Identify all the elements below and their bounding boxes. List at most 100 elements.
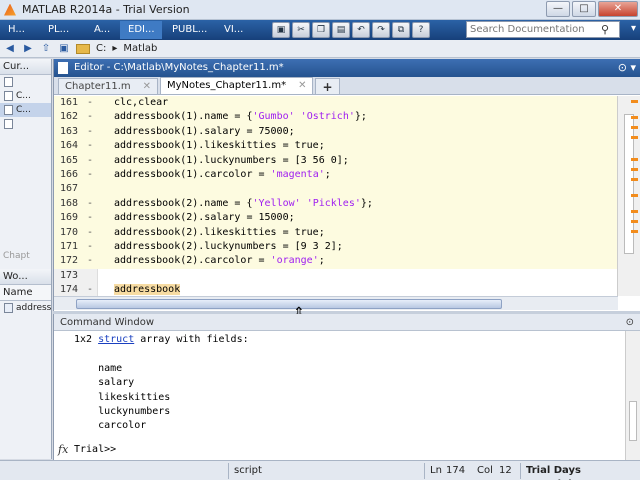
editor-vertical-scrollbar[interactable] <box>617 96 640 296</box>
new-tab-button[interactable]: + <box>315 78 340 94</box>
workspace-header[interactable]: Wo... <box>0 269 51 285</box>
warning-marker[interactable] <box>631 220 638 223</box>
breakpoint-marker[interactable]: - <box>87 197 93 211</box>
breakpoint-marker[interactable]: - <box>87 154 93 168</box>
tab-view[interactable]: VI... <box>216 21 250 39</box>
warning-marker[interactable] <box>631 230 638 233</box>
redo-icon[interactable]: ↷ <box>372 22 390 38</box>
command-window-menu-icon[interactable]: ⊙ <box>626 314 634 331</box>
code-line[interactable]: 172- addressbook(2).carcolor = 'orange'; <box>54 254 618 269</box>
editor-tab-chapter11[interactable]: Chapter11.m ✕ <box>58 78 159 94</box>
warning-marker[interactable] <box>631 100 638 103</box>
path-segment-folder[interactable]: Matlab <box>123 43 157 54</box>
line-number[interactable]: 162 <box>54 110 78 124</box>
tab-apps[interactable]: A... <box>86 21 118 39</box>
line-number[interactable]: 164 <box>54 139 78 153</box>
cut-icon[interactable]: ✂ <box>292 22 310 38</box>
save-icon[interactable]: ▣ <box>272 22 290 38</box>
close-tab-icon[interactable]: ✕ <box>298 78 306 94</box>
line-number[interactable]: 161 <box>54 96 78 110</box>
breakpoint-marker[interactable]: - <box>87 240 93 254</box>
code-line[interactable]: 174- addressbook <box>54 283 618 296</box>
search-icon[interactable]: ⚲ <box>601 23 609 36</box>
warning-marker[interactable] <box>631 136 638 139</box>
code-line[interactable]: 165- addressbook(1).luckynumbers = [3 56 … <box>54 153 618 168</box>
minimize-button[interactable]: — <box>546 1 570 17</box>
line-number[interactable]: 167 <box>54 182 78 196</box>
line-number[interactable]: 168 <box>54 197 78 211</box>
current-folder-header[interactable]: Cur... <box>0 59 51 75</box>
close-button[interactable]: ✕ <box>598 1 638 17</box>
code-line[interactable]: 166- addressbook(1).carcolor = 'magenta'; <box>54 168 618 183</box>
function-browser-icon[interactable]: fx <box>58 443 68 456</box>
forward-arrow-icon[interactable]: ▶ <box>20 42 36 56</box>
file-item[interactable]: C... <box>0 103 51 117</box>
warning-marker[interactable] <box>631 158 638 161</box>
breakpoint-marker[interactable]: - <box>87 168 93 182</box>
file-item[interactable] <box>0 117 51 131</box>
line-number[interactable]: 173 <box>54 269 78 283</box>
line-number[interactable]: 166 <box>54 168 78 182</box>
help-icon[interactable]: ? <box>412 22 430 38</box>
file-item[interactable]: C... <box>0 89 51 103</box>
warning-marker[interactable] <box>631 116 638 119</box>
breakpoint-marker[interactable]: - <box>87 283 93 296</box>
undo-icon[interactable]: ↶ <box>352 22 370 38</box>
code-line[interactable]: 167 <box>54 182 618 197</box>
breakpoint-marker[interactable]: - <box>87 139 93 153</box>
search-input[interactable] <box>467 22 601 37</box>
scrollbar-thumb[interactable] <box>624 114 634 254</box>
code-line[interactable]: 163- addressbook(1).salary = 75000; <box>54 124 618 140</box>
warning-marker[interactable] <box>631 126 638 129</box>
line-number[interactable]: 171 <box>54 240 78 254</box>
line-number[interactable]: 172 <box>54 254 78 268</box>
warning-marker[interactable] <box>631 210 638 213</box>
line-number[interactable]: 165 <box>54 154 78 168</box>
breakpoint-marker[interactable]: - <box>87 254 93 268</box>
scrollbar-thumb[interactable] <box>629 401 637 441</box>
horizontal-scrollbar-thumb[interactable] <box>76 299 502 309</box>
code-line[interactable]: 161- clc,clear <box>54 96 618 111</box>
code-line[interactable]: 170- addressbook(2).likeskitties = true; <box>54 225 618 240</box>
warning-marker[interactable] <box>631 178 638 181</box>
switch-windows-icon[interactable]: ⧉ <box>392 22 410 38</box>
code-line[interactable]: 168- addressbook(2).name = {'Yellow' 'Pic… <box>54 196 618 212</box>
code-line[interactable]: 169- addressbook(2).salary = 15000; <box>54 211 618 226</box>
breakpoint-marker[interactable]: - <box>87 125 93 139</box>
command-output[interactable]: 1x2 struct array with fields: name salar… <box>54 331 626 460</box>
command-prompt[interactable]: Trial>> <box>74 443 116 457</box>
back-arrow-icon[interactable]: ◀ <box>2 42 18 56</box>
code-area[interactable]: 161- clc,clear 162- addressbook(1).name = {… <box>54 96 618 296</box>
editor-menu-icon[interactable]: ⊙ ▾ <box>618 59 636 77</box>
warning-marker[interactable] <box>631 194 638 197</box>
warning-marker[interactable] <box>631 168 638 171</box>
breakpoint-marker[interactable]: - <box>87 211 93 225</box>
code-line[interactable]: 162- addressbook(1).name = {'Gumbo' 'Ostr… <box>54 110 618 125</box>
tab-plots[interactable]: PL... <box>40 21 84 39</box>
copy-icon[interactable]: ❐ <box>312 22 330 38</box>
breakpoint-marker[interactable]: - <box>87 226 93 240</box>
code-line[interactable]: 173 <box>54 269 618 283</box>
workspace-name-column[interactable]: Name <box>0 285 51 301</box>
tab-publish[interactable]: PUBL... <box>164 21 214 39</box>
expand-ribbon-icon[interactable]: ▾ <box>631 23 636 34</box>
file-item[interactable] <box>0 75 51 89</box>
chapter-details-label[interactable]: Chapt <box>0 249 51 263</box>
tab-editor[interactable]: EDI... <box>120 21 162 39</box>
tab-home[interactable]: H... <box>0 21 38 39</box>
workspace-variable[interactable]: address <box>0 301 51 315</box>
path-segment-drive[interactable]: C: <box>96 43 106 54</box>
close-tab-icon[interactable]: ✕ <box>143 79 151 94</box>
editor-horizontal-scrollbar[interactable] <box>54 296 618 310</box>
command-window-scrollbar[interactable] <box>625 331 640 460</box>
struct-link[interactable]: struct <box>98 334 134 345</box>
line-number[interactable]: 170 <box>54 226 78 240</box>
browse-folder-icon[interactable]: ▣ <box>56 42 72 56</box>
editor-tab-mynotes[interactable]: MyNotes_Chapter11.m* ✕ <box>160 77 314 94</box>
breakpoint-marker[interactable]: - <box>87 110 93 124</box>
line-number[interactable]: 163 <box>54 125 78 139</box>
line-number[interactable]: 169 <box>54 211 78 225</box>
line-number[interactable]: 174 <box>54 283 78 296</box>
breakpoint-marker[interactable]: - <box>87 96 93 110</box>
maximize-button[interactable]: □ <box>572 1 596 17</box>
